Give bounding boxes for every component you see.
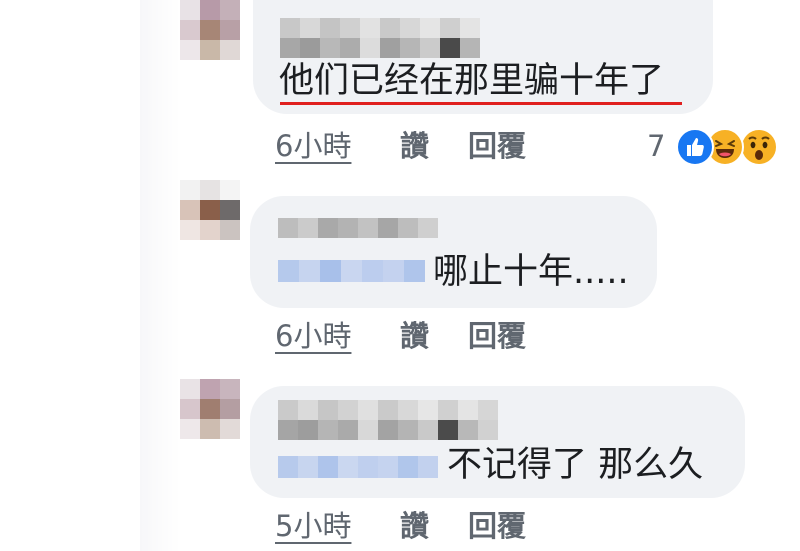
red-underline — [280, 102, 682, 105]
timestamp-link[interactable]: 5小時 — [275, 512, 351, 541]
like-button[interactable]: 讚 — [400, 322, 429, 351]
timestamp-link[interactable]: 6小時 — [275, 322, 351, 351]
mention-tag[interactable] — [278, 260, 425, 282]
avatar[interactable] — [180, 180, 240, 240]
comment-text: 他们已经在那里骗十年了 — [279, 61, 665, 101]
author-name[interactable] — [278, 218, 438, 238]
avatar[interactable] — [180, 379, 240, 439]
like-button[interactable]: 讚 — [400, 132, 429, 161]
author-name[interactable] — [278, 400, 498, 440]
reply-button[interactable]: 回覆 — [468, 132, 526, 161]
like-icon — [676, 128, 714, 166]
thread-line — [140, 0, 180, 551]
reply-button[interactable]: 回覆 — [468, 512, 526, 541]
like-button[interactable]: 讚 — [400, 512, 429, 541]
reaction-count[interactable]: 7 — [647, 132, 665, 161]
comment-text: 哪止十年..... — [433, 252, 629, 292]
avatar[interactable] — [180, 0, 240, 60]
mention-tag[interactable] — [278, 456, 438, 478]
timestamp-link[interactable]: 6小時 — [275, 132, 351, 161]
wow-icon — [740, 128, 778, 166]
comment-text: 不记得了 那么久 — [447, 445, 704, 485]
author-name[interactable] — [280, 18, 480, 58]
reply-button[interactable]: 回覆 — [468, 322, 526, 351]
